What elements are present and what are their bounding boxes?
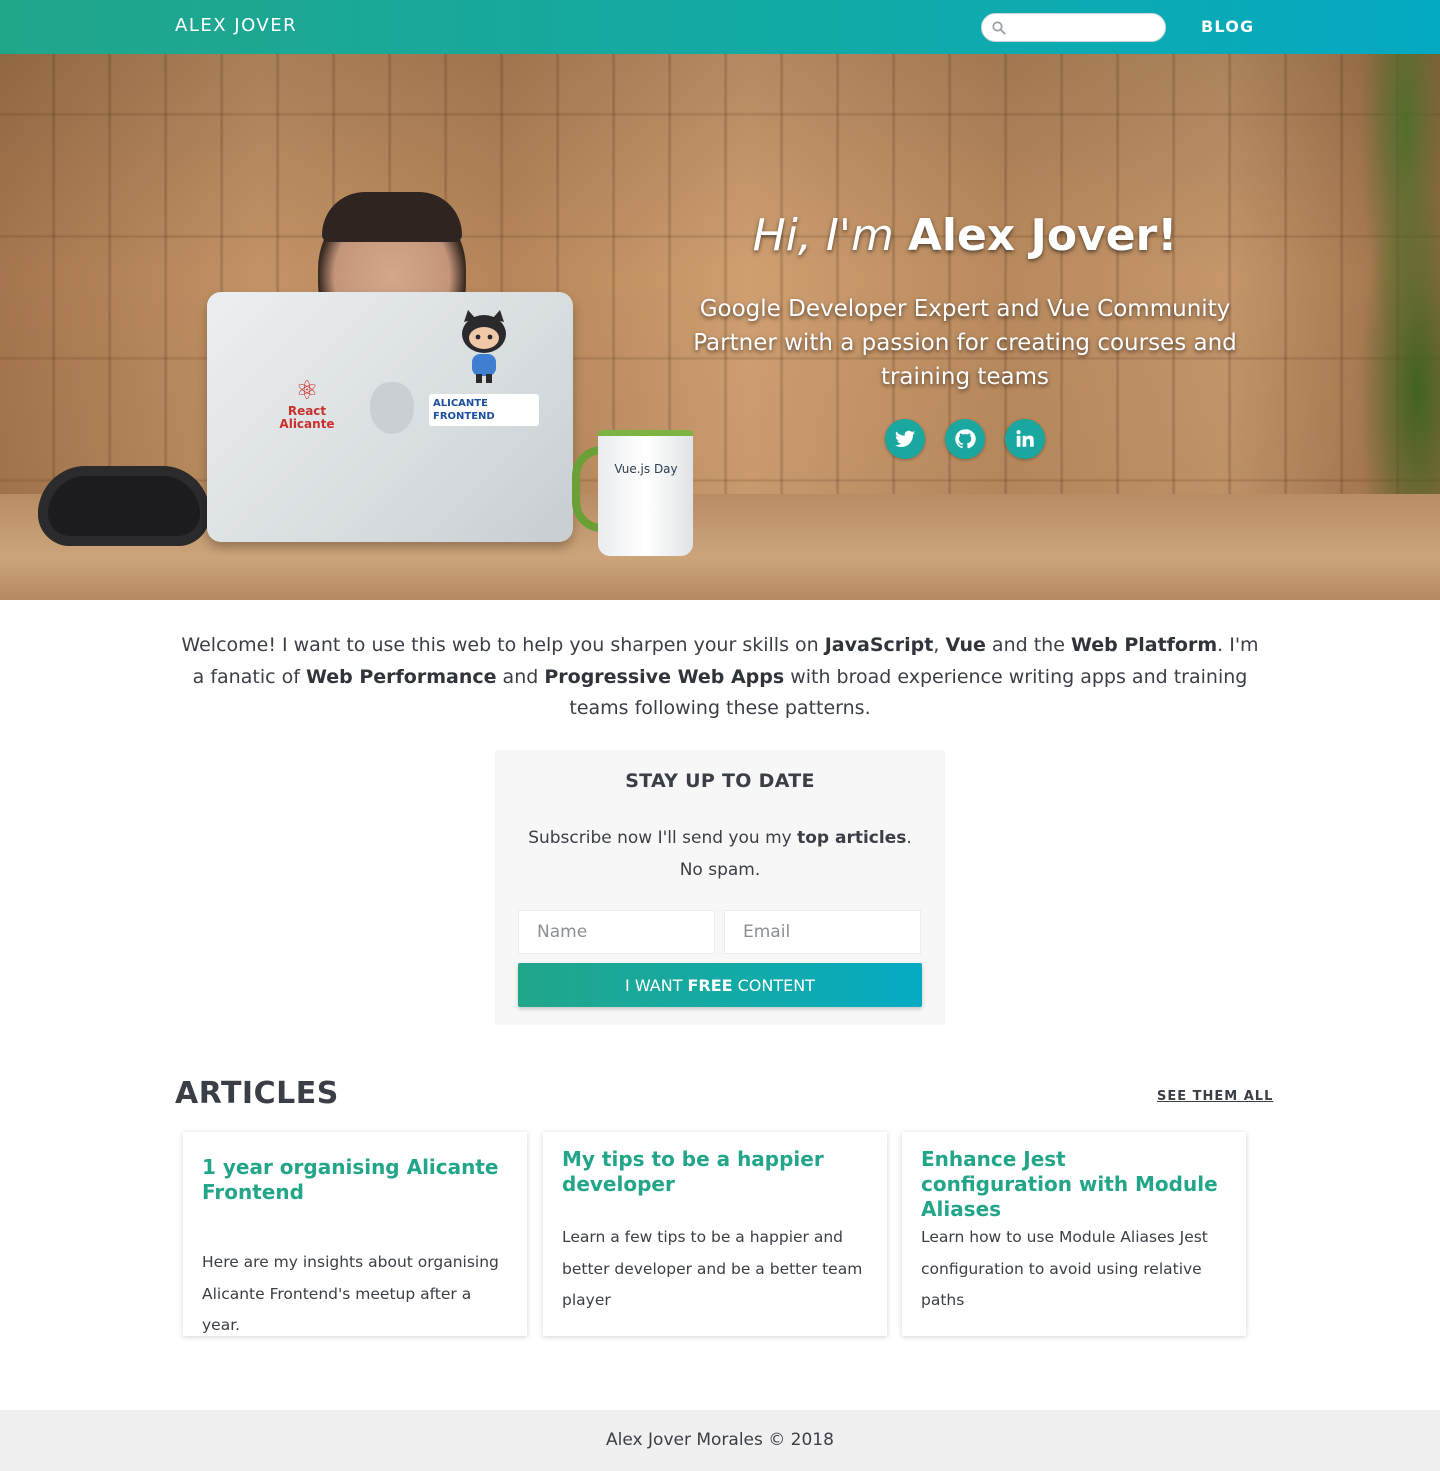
article-title-link[interactable]: 1 year organising Alicante Frontend	[202, 1155, 502, 1205]
search-box[interactable]	[981, 13, 1166, 42]
alicante-sticker-text-2: FRONTEND	[433, 411, 495, 422]
react-atom-icon: ⚛	[295, 376, 319, 406]
brand-link[interactable]: ALEX JOVER	[175, 15, 297, 36]
hero-title: Hi, I'm Alex Jover!	[690, 210, 1240, 261]
twitter-icon	[894, 430, 916, 447]
github-icon	[955, 429, 976, 449]
article-card[interactable]: Enhance Jest configuration with Module A…	[902, 1132, 1246, 1336]
article-card[interactable]: My tips to be a happier developer Learn …	[543, 1132, 887, 1336]
see-all-articles-link[interactable]: SEE THEM ALL	[1157, 1089, 1273, 1104]
article-description: Learn how to use Module Aliases Jest con…	[921, 1228, 1208, 1309]
plant-decoration	[1325, 54, 1440, 534]
linkedin-link[interactable]	[1005, 419, 1045, 459]
articles-heading: ARTICLES	[175, 1076, 339, 1111]
search-icon	[992, 21, 1006, 35]
subscribe-text-bold: top articles	[797, 828, 907, 848]
article-description: Here are my insights about organising Al…	[202, 1253, 499, 1334]
intro-paragraph: Welcome! I want to use this web to help …	[175, 630, 1265, 725]
intro-text-1: Welcome! I want to use this web to help …	[181, 634, 825, 656]
article-card[interactable]: 1 year organising Alicante Frontend Here…	[183, 1132, 527, 1336]
email-field[interactable]	[724, 910, 921, 954]
nav-blog-link[interactable]: BLOG	[1201, 17, 1254, 36]
intro-bold-vue: Vue	[945, 634, 986, 656]
subscribe-text: Subscribe now I'll send you my top artic…	[520, 822, 920, 886]
intro-bold-web-performance: Web Performance	[305, 665, 497, 688]
page-footer: Alex Jover Morales © 2018	[0, 1410, 1440, 1471]
top-navbar: ALEX JOVER BLOG	[0, 0, 1440, 54]
octocat-sticker-icon	[450, 310, 518, 384]
hero-name: Alex Jover!	[907, 210, 1178, 261]
article-title-link[interactable]: Enhance Jest configuration with Module A…	[921, 1147, 1221, 1222]
linkedin-icon	[1016, 430, 1034, 447]
hero-subtitle: Google Developer Expert and Vue Communit…	[693, 296, 1237, 390]
subscribe-button[interactable]: I WANT FREE CONTENT	[518, 963, 922, 1007]
intro-bold-pwa: Progressive Web Apps	[544, 665, 785, 688]
intro-text-5: and	[496, 665, 545, 688]
cta-text-bold: FREE	[687, 975, 733, 995]
intro-bold-javascript: JavaScript	[824, 634, 934, 656]
react-sticker-text-2: Alicante	[279, 417, 335, 431]
cta-text-before: I WANT	[625, 975, 683, 995]
alicante-frontend-sticker: ALICANTE FRONTEND	[429, 394, 539, 426]
name-field[interactable]	[518, 910, 715, 954]
headphones-image	[38, 466, 210, 546]
intro-bold-web-platform: Web Platform	[1070, 634, 1218, 656]
mug-image: Vue.js Day	[598, 430, 693, 556]
subscribe-box: STAY UP TO DATE Subscribe now I'll send …	[495, 750, 945, 1025]
person-hair-image	[322, 192, 462, 242]
github-link[interactable]	[945, 419, 985, 459]
alicante-sticker-text-1: ALICANTE	[433, 398, 488, 409]
footer-copyright: Alex Jover Morales © 2018	[606, 1430, 834, 1450]
hero-banner: ⚛ React Alicante ALICANTE FRONTEND Vue.j…	[0, 54, 1440, 600]
article-title-link[interactable]: My tips to be a happier developer	[562, 1147, 862, 1197]
hero-greeting: Hi, I'm	[752, 210, 894, 261]
search-input[interactable]	[1010, 17, 1159, 40]
cta-text-after: CONTENT	[737, 975, 815, 995]
subscribe-text-before: Subscribe now I'll send you my	[528, 828, 798, 848]
mug-label: Vue.js Day	[614, 462, 678, 476]
subscribe-title: STAY UP TO DATE	[625, 770, 815, 792]
article-description: Learn a few tips to be a happier and bet…	[562, 1228, 863, 1309]
laptop-image: ⚛ React Alicante ALICANTE FRONTEND	[207, 292, 573, 542]
react-alicante-sticker: ⚛ React Alicante	[277, 377, 337, 437]
twitter-link[interactable]	[885, 419, 925, 459]
apple-logo-icon	[370, 382, 414, 434]
intro-text-3: and the	[985, 634, 1071, 656]
intro-text-2: ,	[933, 634, 946, 656]
